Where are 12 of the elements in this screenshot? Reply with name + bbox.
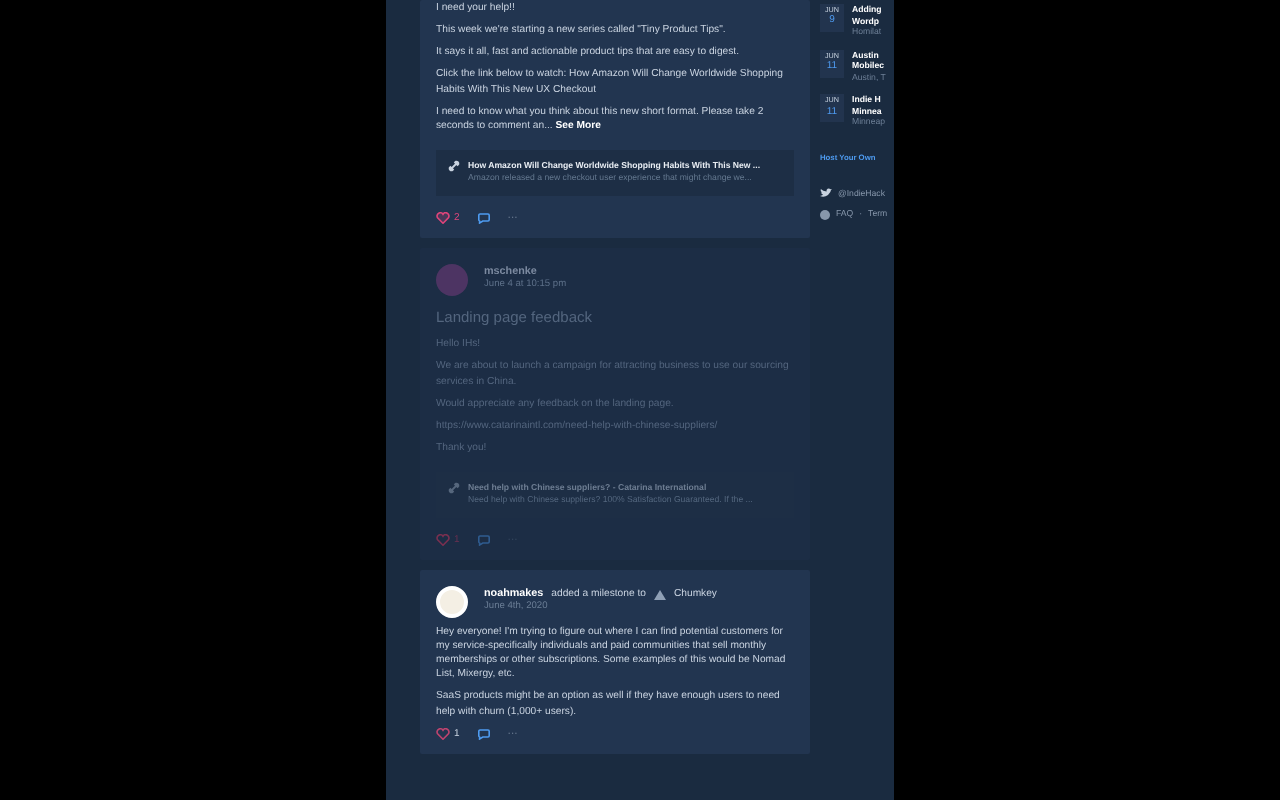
product-icon (653, 590, 666, 601)
heart-icon (436, 534, 450, 547)
avatar-icon (436, 585, 468, 618)
link-icon (448, 482, 460, 494)
link-icon (448, 159, 460, 172)
comment-icon[interactable] (477, 728, 490, 741)
heart-icon (436, 212, 450, 225)
help-icon (820, 209, 830, 220)
comment-icon[interactable] (477, 212, 490, 225)
bird-icon (820, 188, 832, 199)
heart-icon (436, 728, 450, 741)
avatar-icon (436, 263, 468, 296)
